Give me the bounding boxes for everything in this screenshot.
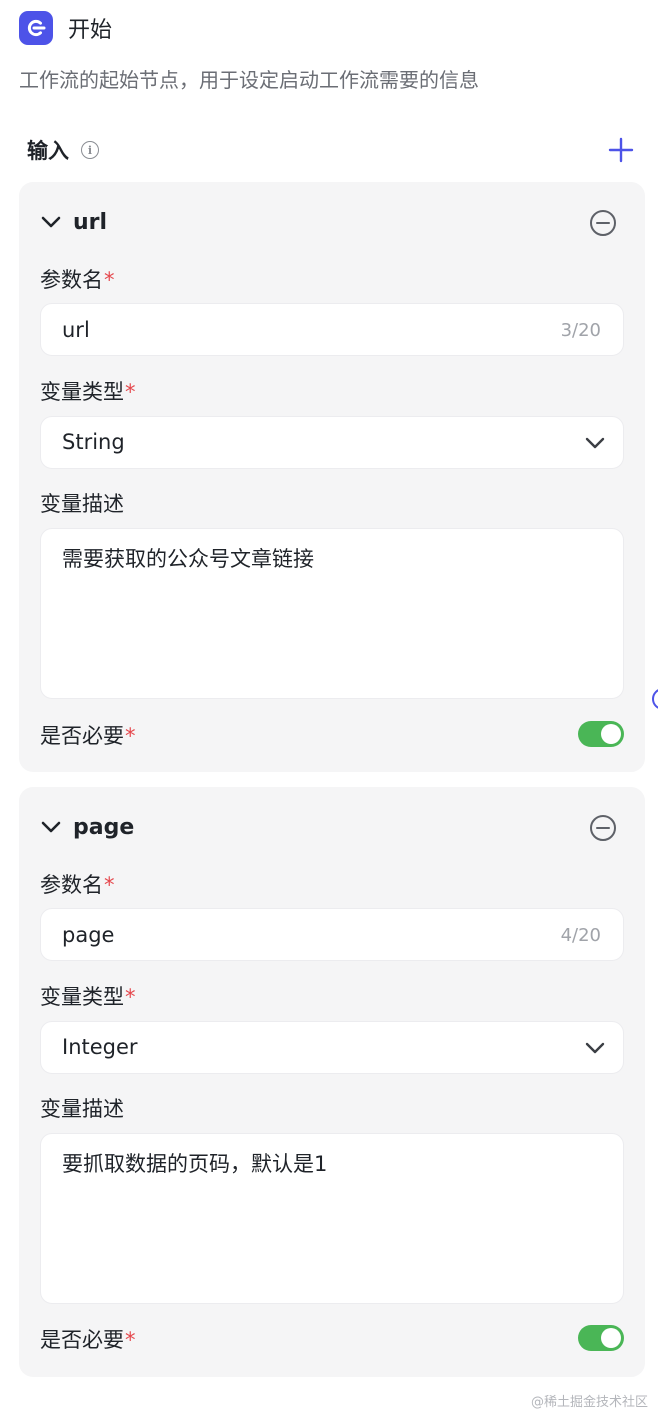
var-type-label: 变量类型* [40, 380, 136, 404]
chevron-down-icon [585, 437, 605, 449]
node-description: 工作流的起始节点，用于设定启动工作流需要的信息 [19, 68, 479, 92]
param-name-label: 参数名* [40, 268, 115, 292]
param-name-value: page [62, 923, 115, 947]
chevron-down-icon [585, 1042, 605, 1054]
param-name-label: 参数名* [40, 873, 115, 897]
info-icon[interactable]: i [81, 141, 99, 159]
required-mark: * [125, 1328, 136, 1352]
plus-icon[interactable] [606, 135, 636, 165]
required-toggle[interactable] [578, 721, 624, 747]
required-mark: * [125, 724, 136, 748]
var-type-value: String [62, 430, 125, 454]
var-type-select[interactable]: String [40, 416, 624, 469]
param-name-input[interactable]: page 4/20 [40, 908, 624, 961]
required-label: 是否必要* [40, 1328, 136, 1352]
var-desc-textarea[interactable]: 需要获取的公众号文章链接 [40, 528, 624, 699]
param-card-header: page [39, 813, 625, 843]
var-desc-label: 变量描述 [40, 1097, 124, 1121]
param-card-url: url 参数名* url 3/20 变量类型* String 变量描述 需要获取… [19, 182, 645, 772]
var-desc-label: 变量描述 [40, 492, 124, 516]
param-name-value: url [62, 318, 90, 342]
var-desc-value: 要抓取数据的页码，默认是1 [62, 1152, 328, 1176]
required-mark: * [104, 873, 115, 897]
chevron-down-icon[interactable] [39, 815, 63, 839]
node-title: 开始 [68, 18, 113, 43]
remove-param-icon[interactable] [589, 209, 617, 237]
inputs-section-header: 输入 i [27, 133, 639, 167]
required-mark: * [104, 268, 115, 292]
param-name-input[interactable]: url 3/20 [40, 303, 624, 356]
var-type-select[interactable]: Integer [40, 1021, 624, 1074]
remove-param-icon[interactable] [589, 814, 617, 842]
var-desc-textarea[interactable]: 要抓取数据的页码，默认是1 [40, 1133, 624, 1304]
chevron-down-icon[interactable] [39, 210, 63, 234]
char-counter: 4/20 [560, 925, 601, 946]
var-type-label: 变量类型* [40, 985, 136, 1009]
toggle-knob [601, 1328, 621, 1348]
param-title: page [73, 815, 135, 840]
param-card-header: url [39, 208, 625, 238]
connection-port[interactable] [652, 688, 658, 710]
param-card-page: page 参数名* page 4/20 变量类型* Integer 变量描述 要… [19, 787, 645, 1377]
required-toggle[interactable] [578, 1325, 624, 1351]
watermark: @稀土掘金技术社区 [530, 1395, 648, 1410]
var-desc-value: 需要获取的公众号文章链接 [62, 547, 314, 571]
start-node-icon [19, 11, 53, 45]
node-header: 开始 [19, 11, 112, 45]
char-counter: 3/20 [560, 320, 601, 341]
inputs-label: 输入 [27, 139, 69, 163]
param-title: url [73, 210, 108, 235]
required-mark: * [125, 380, 136, 404]
required-label: 是否必要* [40, 724, 136, 748]
required-mark: * [125, 985, 136, 1009]
var-type-value: Integer [62, 1035, 138, 1059]
toggle-knob [601, 724, 621, 744]
